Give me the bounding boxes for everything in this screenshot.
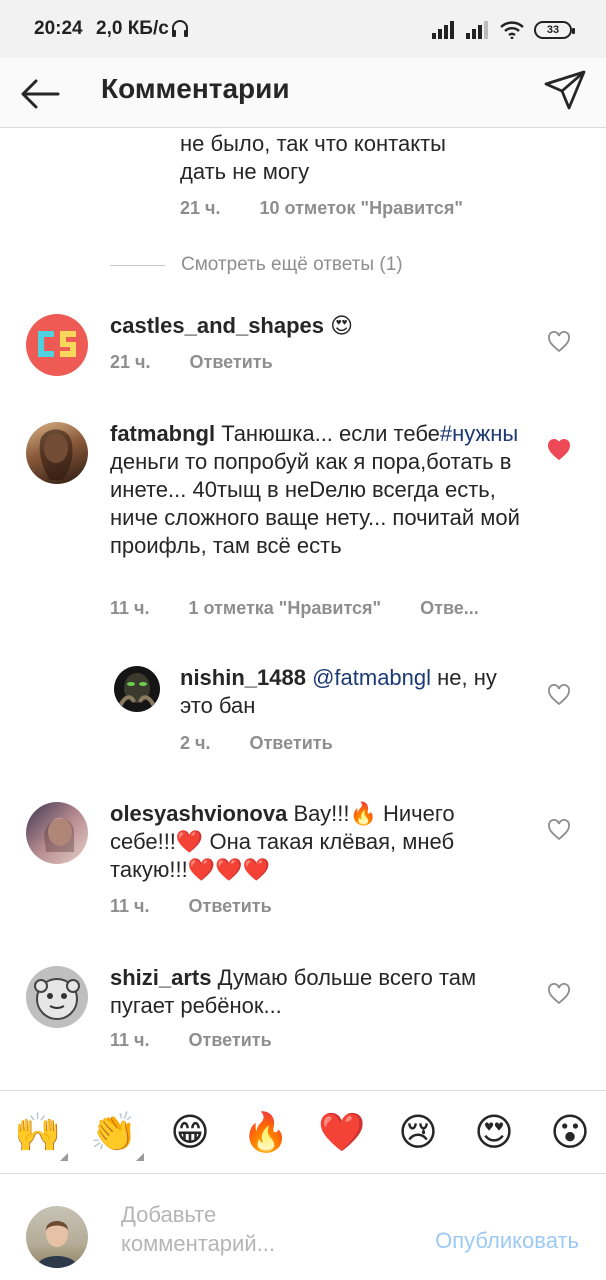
reply-button[interactable]: Ответить (189, 896, 272, 917)
status-bar: 20:24 2,0 КБ/с 33 (0, 0, 606, 58)
comment-body: olesyashvionova Вау!!!🔥 Ничего себе!!!❤️… (110, 800, 520, 884)
heart-emoji: ❤️ (242, 857, 270, 882)
comment-input-placeholder-line2: комментарий... (121, 1231, 275, 1256)
page-title: Комментарии (101, 73, 290, 104)
hashtag-link[interactable]: #нужны (440, 421, 518, 446)
status-time: 20:24 (34, 18, 83, 39)
comment-time: 11 ч. (110, 1030, 150, 1050)
comment-body: nishin_1488 @fatmabngl не, ну это бан (180, 664, 520, 720)
comment-username[interactable]: olesyashvionova (110, 801, 287, 826)
likes-count[interactable]: 10 отметок "Нравится" (260, 198, 463, 219)
comment-body: fatmabngl Танюшка... если тебе#нужны ден… (110, 420, 520, 560)
surprised-emoji-button[interactable]: 😮 (546, 1109, 594, 1157)
app-header: Комментарии (0, 58, 606, 128)
reply-button[interactable]: Отве... (420, 598, 479, 619)
current-user-avatar (26, 1206, 88, 1268)
reply-button[interactable]: Ответить (249, 733, 332, 754)
heart-emoji-button[interactable]: ❤️ (318, 1109, 366, 1157)
avatar[interactable] (26, 314, 88, 376)
heart-filled-icon[interactable] (547, 439, 571, 461)
comment-meta: 11 ч. Ответить (110, 896, 306, 917)
comments-list[interactable]: не было, так что контакты дать не могу 2… (0, 128, 606, 1090)
comment-composer: Добавьте комментарий... Опубликовать (0, 1174, 606, 1280)
likes-count[interactable]: 1 отметка "Нравится" (189, 598, 382, 619)
quick-emoji-bar: 🙌 👏 😁 🔥 ❤️ 😢 😍 😮 (0, 1090, 606, 1174)
avatar[interactable] (26, 802, 88, 864)
grin-emoji-button[interactable]: 😁 (166, 1109, 214, 1157)
battery-level: 33 (546, 24, 560, 36)
signal-icon (432, 21, 454, 39)
comment-time: 11 ч. (110, 598, 150, 618)
heart-emoji: ❤️ (175, 829, 204, 854)
avatar[interactable] (26, 422, 88, 484)
battery-icon: 33 (534, 21, 575, 39)
comment-input[interactable]: Добавьте комментарий... (121, 1200, 371, 1258)
partial-comment-line1: не было, так что контакты (180, 131, 446, 156)
reply-button[interactable]: Ответить (190, 352, 273, 373)
castles-logo-icon (38, 331, 76, 357)
comment-input-placeholder-line1: Добавьте (121, 1202, 217, 1227)
comment-meta: 21 ч. Ответить (110, 352, 307, 373)
partial-comment-text: не было, так что контакты дать не могу (180, 130, 520, 186)
back-arrow-icon[interactable] (18, 71, 64, 117)
fire-emoji-button[interactable]: 🔥 (242, 1109, 290, 1157)
comment-time: 21 ч. (180, 198, 221, 218)
partial-comment-meta: 21 ч. 10 отметок "Нравится" (180, 198, 497, 219)
headphones-icon (172, 20, 188, 37)
comment-username[interactable]: fatmabngl (110, 421, 215, 446)
comment-time: 21 ч. (110, 352, 151, 372)
comment-meta: 11 ч. 1 отметка "Нравится" Отве... (110, 598, 513, 619)
comment-meta: 11 ч. Ответить (110, 1030, 306, 1051)
comment-username[interactable]: nishin_1488 (180, 665, 306, 690)
comment-text: Танюшка... если тебе (221, 421, 440, 446)
paper-plane-icon[interactable] (542, 67, 588, 113)
avatar[interactable] (114, 666, 160, 712)
comment-meta: 2 ч. Ответить (180, 733, 367, 754)
heart-outline-icon[interactable] (547, 331, 571, 353)
comment-text: деньги то попробуй как я пора,ботать в и… (110, 449, 520, 558)
heart-outline-icon[interactable] (547, 819, 571, 841)
comment-body: castles_and_shapes 😍 (110, 312, 520, 340)
signal-icon-2 (466, 21, 488, 39)
divider-line (110, 264, 165, 266)
view-more-replies[interactable]: Смотреть ещё ответы (1) (110, 254, 403, 276)
heart-emoji: ❤️ (187, 857, 216, 882)
status-icons: 33 (432, 20, 575, 40)
post-button[interactable]: Опубликовать (435, 1228, 579, 1254)
heart-eyes-emoji-button[interactable]: 😍 (470, 1109, 518, 1157)
wifi-icon (500, 21, 524, 39)
partial-comment-line2: дать не могу (180, 159, 310, 184)
mention-link[interactable]: @fatmabngl (312, 665, 431, 690)
comment-username[interactable]: shizi_arts (110, 965, 212, 990)
comment-username[interactable]: castles_and_shapes (110, 313, 324, 338)
comment-text: Вау!!! (293, 801, 350, 826)
heart-emoji: ❤️ (215, 857, 243, 882)
status-network-speed: 2,0 КБ/с (96, 18, 169, 39)
heart-outline-icon[interactable] (547, 684, 571, 706)
fire-emoji: 🔥 (349, 801, 377, 826)
reply-button[interactable]: Ответить (189, 1030, 272, 1051)
clapping-emoji-button[interactable]: 👏 (90, 1109, 144, 1161)
heart-eyes-emoji: 😍 (330, 313, 354, 338)
comment-time: 2 ч. (180, 733, 211, 753)
heart-outline-icon[interactable] (547, 983, 571, 1005)
comment-time: 11 ч. (110, 896, 150, 916)
raising-hands-emoji-button[interactable]: 🙌 (14, 1109, 68, 1161)
comment-body: shizi_arts Думаю больше всего там пугает… (110, 964, 520, 1020)
crying-emoji-button[interactable]: 😢 (394, 1109, 442, 1157)
view-more-replies-label[interactable]: Смотреть ещё ответы (1) (181, 254, 403, 276)
avatar[interactable] (26, 966, 88, 1028)
